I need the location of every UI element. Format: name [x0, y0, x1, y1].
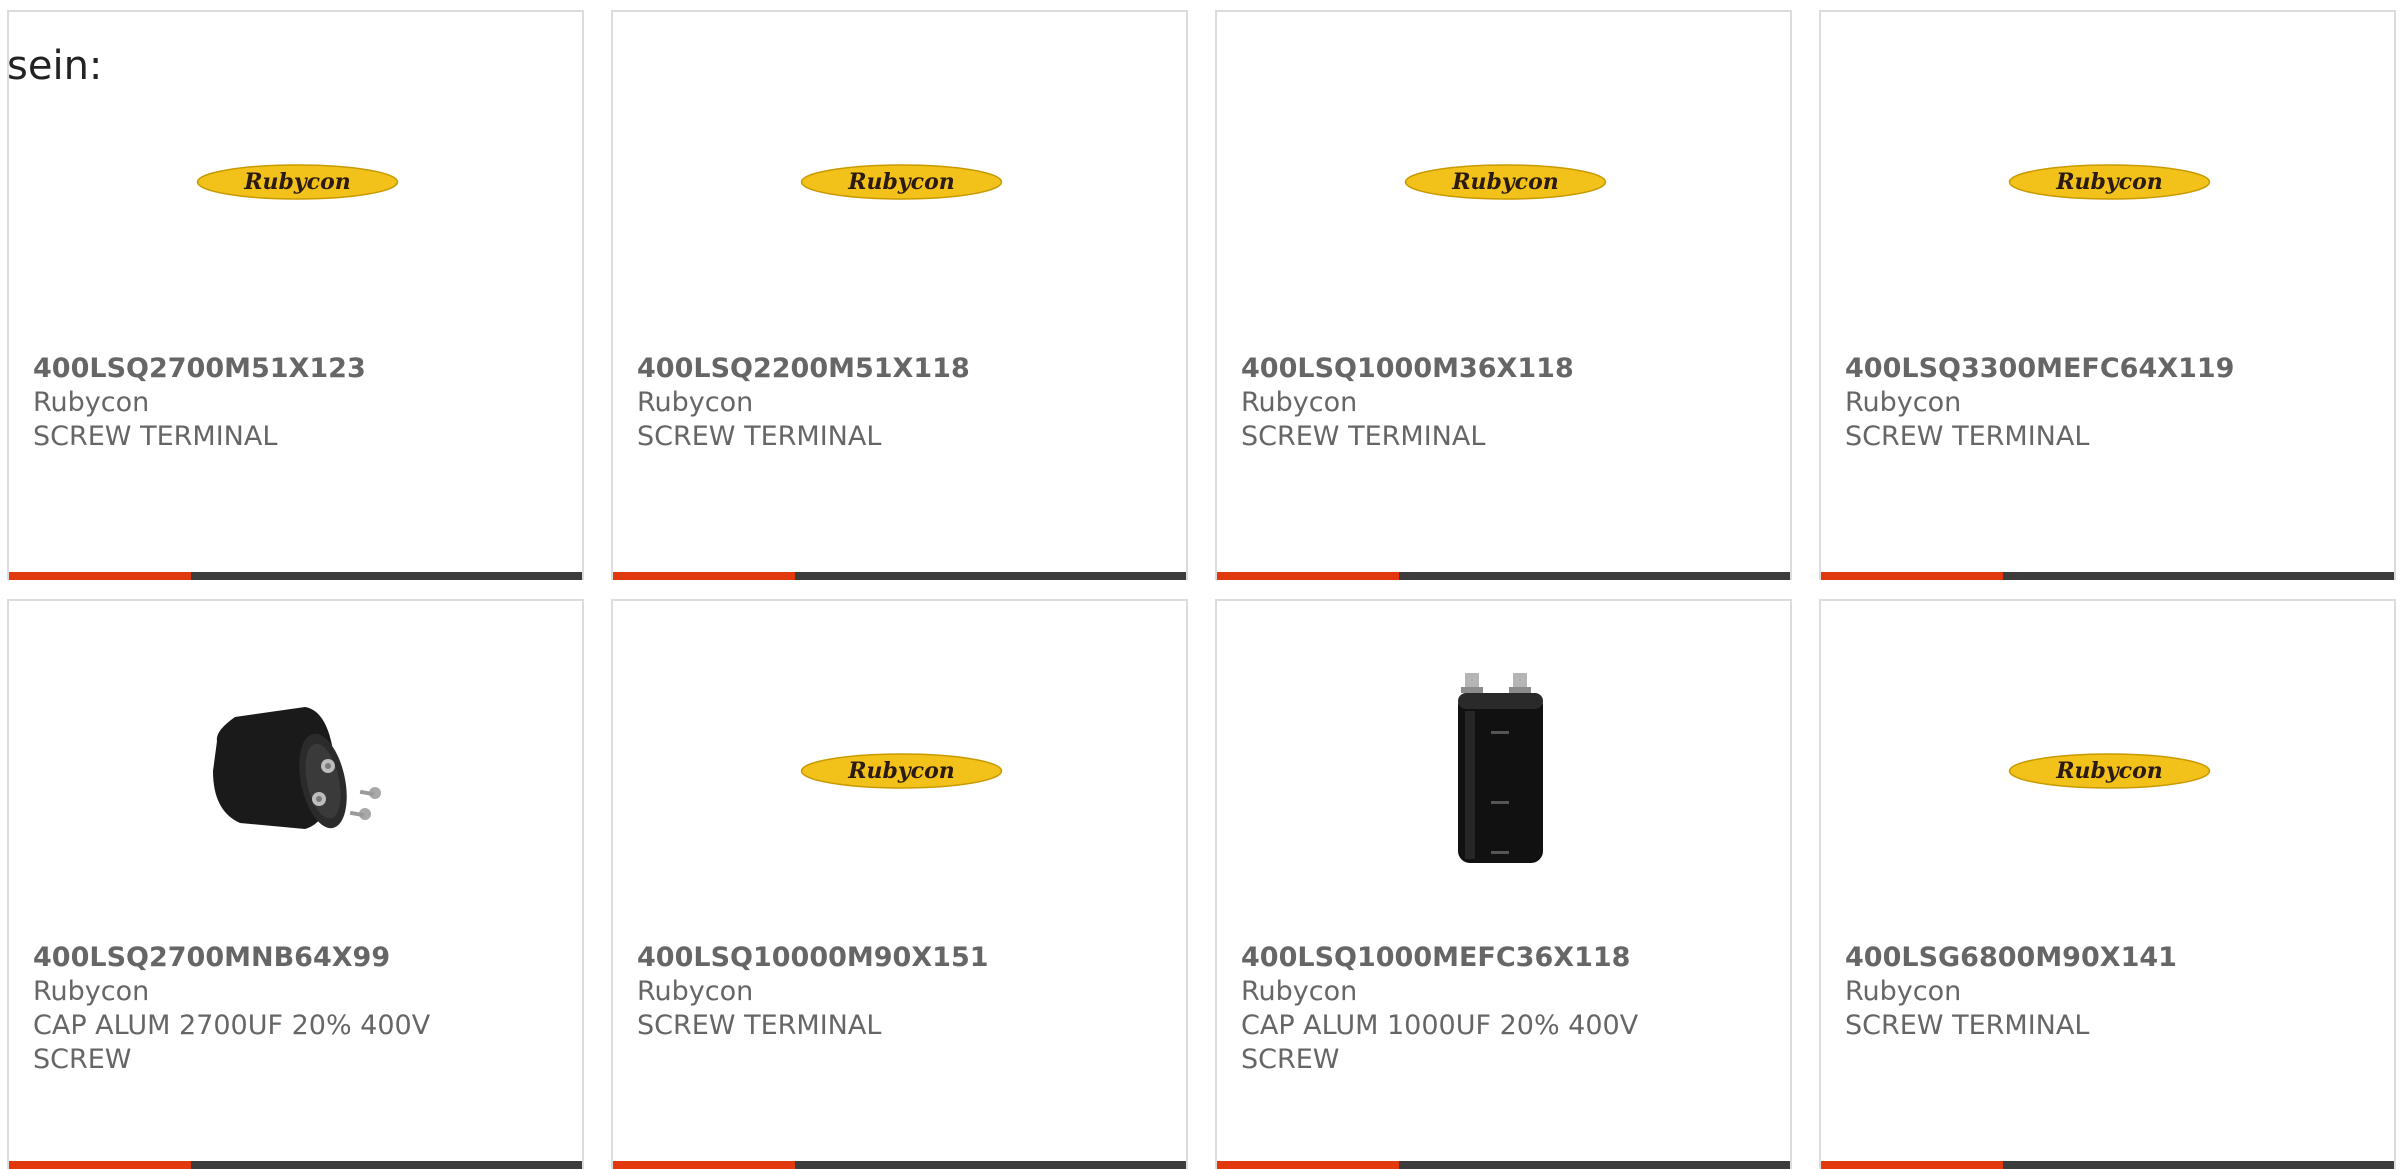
part-number[interactable]: 400LSQ2700MNB64X99 [33, 941, 563, 975]
product-image[interactable] [1403, 671, 1608, 871]
product-info: 400LSQ3300MEFC64X119 Rubycon SCREW TERMI… [1845, 352, 2375, 454]
card-footer-accent [1821, 1161, 2003, 1169]
logo-text: Rubycon [2055, 758, 2163, 784]
product-info: 400LSQ2700MNB64X99 Rubycon CAP ALUM 2700… [33, 941, 563, 1077]
description: SCREW TERMINAL [637, 421, 882, 452]
description: CAP ALUM 1000UF 20% 400V SCREW [1241, 1010, 1639, 1075]
card-footer-accent [613, 572, 795, 580]
product-card[interactable]: Rubycon 400LSQ3300MEFC64X119 Rubycon SCR… [1819, 10, 2396, 580]
rubycon-logo: Rubycon [196, 164, 399, 200]
manufacturer: Rubycon [637, 387, 754, 418]
card-footer-bar [613, 1161, 1186, 1169]
card-footer-bar [1217, 1161, 1790, 1169]
product-card[interactable]: Rubycon 400LSG6800M90X141 Rubycon SCREW … [1819, 599, 2396, 1169]
product-image[interactable]: Rubycon [1403, 82, 1608, 282]
part-number[interactable]: 400LSQ10000M90X151 [637, 941, 1167, 975]
product-card[interactable]: 400LSQ1000MEFC36X118 Rubycon CAP ALUM 10… [1215, 599, 1792, 1169]
manufacturer: Rubycon [1241, 976, 1358, 1007]
manufacturer: Rubycon [1845, 387, 1962, 418]
product-image[interactable] [195, 671, 400, 871]
rubycon-logo: Rubycon [1404, 164, 1607, 200]
card-footer-bar [1821, 572, 2394, 580]
product-grid: Rubycon 400LSQ2700M51X123 Rubycon SCREW … [0, 0, 2400, 1169]
part-number[interactable]: 400LSQ2200M51X118 [637, 352, 1167, 386]
logo-text: Rubycon [243, 169, 351, 195]
card-footer-accent [613, 1161, 795, 1169]
logo-text: Rubycon [2055, 169, 2163, 195]
product-card[interactable]: Rubycon 400LSQ2700M51X123 Rubycon SCREW … [7, 10, 584, 580]
part-number[interactable]: 400LSQ2700M51X123 [33, 352, 563, 386]
manufacturer: Rubycon [33, 976, 150, 1007]
lead-text: sein: [7, 43, 103, 89]
product-card[interactable]: Rubycon 400LSQ2200M51X118 Rubycon SCREW … [611, 10, 1188, 580]
product-image[interactable]: Rubycon [195, 82, 400, 282]
description: SCREW TERMINAL [1845, 1010, 2090, 1041]
product-info: 400LSQ1000M36X118 Rubycon SCREW TERMINAL [1241, 352, 1771, 454]
rubycon-logo: Rubycon [800, 753, 1003, 789]
description: SCREW TERMINAL [1845, 421, 2090, 452]
card-footer-accent [1217, 1161, 1399, 1169]
rubycon-logo: Rubycon [2008, 164, 2211, 200]
capacitor-vertical-image [1403, 671, 1608, 871]
capacitor-horizontal-image [195, 671, 400, 871]
description: SCREW TERMINAL [33, 421, 278, 452]
rubycon-logo: Rubycon [800, 164, 1003, 200]
card-footer-accent [9, 572, 191, 580]
product-card[interactable]: 400LSQ2700MNB64X99 Rubycon CAP ALUM 2700… [7, 599, 584, 1169]
part-number[interactable]: 400LSQ1000M36X118 [1241, 352, 1771, 386]
manufacturer: Rubycon [637, 976, 754, 1007]
logo-text: Rubycon [1451, 169, 1559, 195]
card-footer-bar [613, 572, 1186, 580]
part-number[interactable]: 400LSQ1000MEFC36X118 [1241, 941, 1771, 975]
manufacturer: Rubycon [1845, 976, 1962, 1007]
product-info: 400LSQ2200M51X118 Rubycon SCREW TERMINAL [637, 352, 1167, 454]
product-info: 400LSQ10000M90X151 Rubycon SCREW TERMINA… [637, 941, 1167, 1043]
card-footer-accent [1821, 572, 2003, 580]
card-footer-accent [9, 1161, 191, 1169]
logo-text: Rubycon [847, 758, 955, 784]
card-footer-bar [9, 572, 582, 580]
card-footer-bar [1821, 1161, 2394, 1169]
product-image[interactable]: Rubycon [2007, 82, 2212, 282]
logo-text: Rubycon [847, 169, 955, 195]
product-info: 400LSQ2700M51X123 Rubycon SCREW TERMINAL [33, 352, 563, 454]
description: CAP ALUM 2700UF 20% 400V SCREW [33, 1010, 431, 1075]
card-footer-accent [1217, 572, 1399, 580]
part-number[interactable]: 400LSQ3300MEFC64X119 [1845, 352, 2375, 386]
card-footer-bar [9, 1161, 582, 1169]
description: SCREW TERMINAL [637, 1010, 882, 1041]
product-info: 400LSG6800M90X141 Rubycon SCREW TERMINAL [1845, 941, 2375, 1043]
description: SCREW TERMINAL [1241, 421, 1486, 452]
rubycon-logo: Rubycon [2008, 753, 2211, 789]
product-card[interactable]: Rubycon 400LSQ10000M90X151 Rubycon SCREW… [611, 599, 1188, 1169]
manufacturer: Rubycon [1241, 387, 1358, 418]
product-image[interactable]: Rubycon [799, 671, 1004, 871]
part-number[interactable]: 400LSG6800M90X141 [1845, 941, 2375, 975]
card-footer-bar [1217, 572, 1790, 580]
product-image[interactable]: Rubycon [799, 82, 1004, 282]
product-info: 400LSQ1000MEFC36X118 Rubycon CAP ALUM 10… [1241, 941, 1771, 1077]
manufacturer: Rubycon [33, 387, 150, 418]
product-image[interactable]: Rubycon [2007, 671, 2212, 871]
product-card[interactable]: Rubycon 400LSQ1000M36X118 Rubycon SCREW … [1215, 10, 1792, 580]
